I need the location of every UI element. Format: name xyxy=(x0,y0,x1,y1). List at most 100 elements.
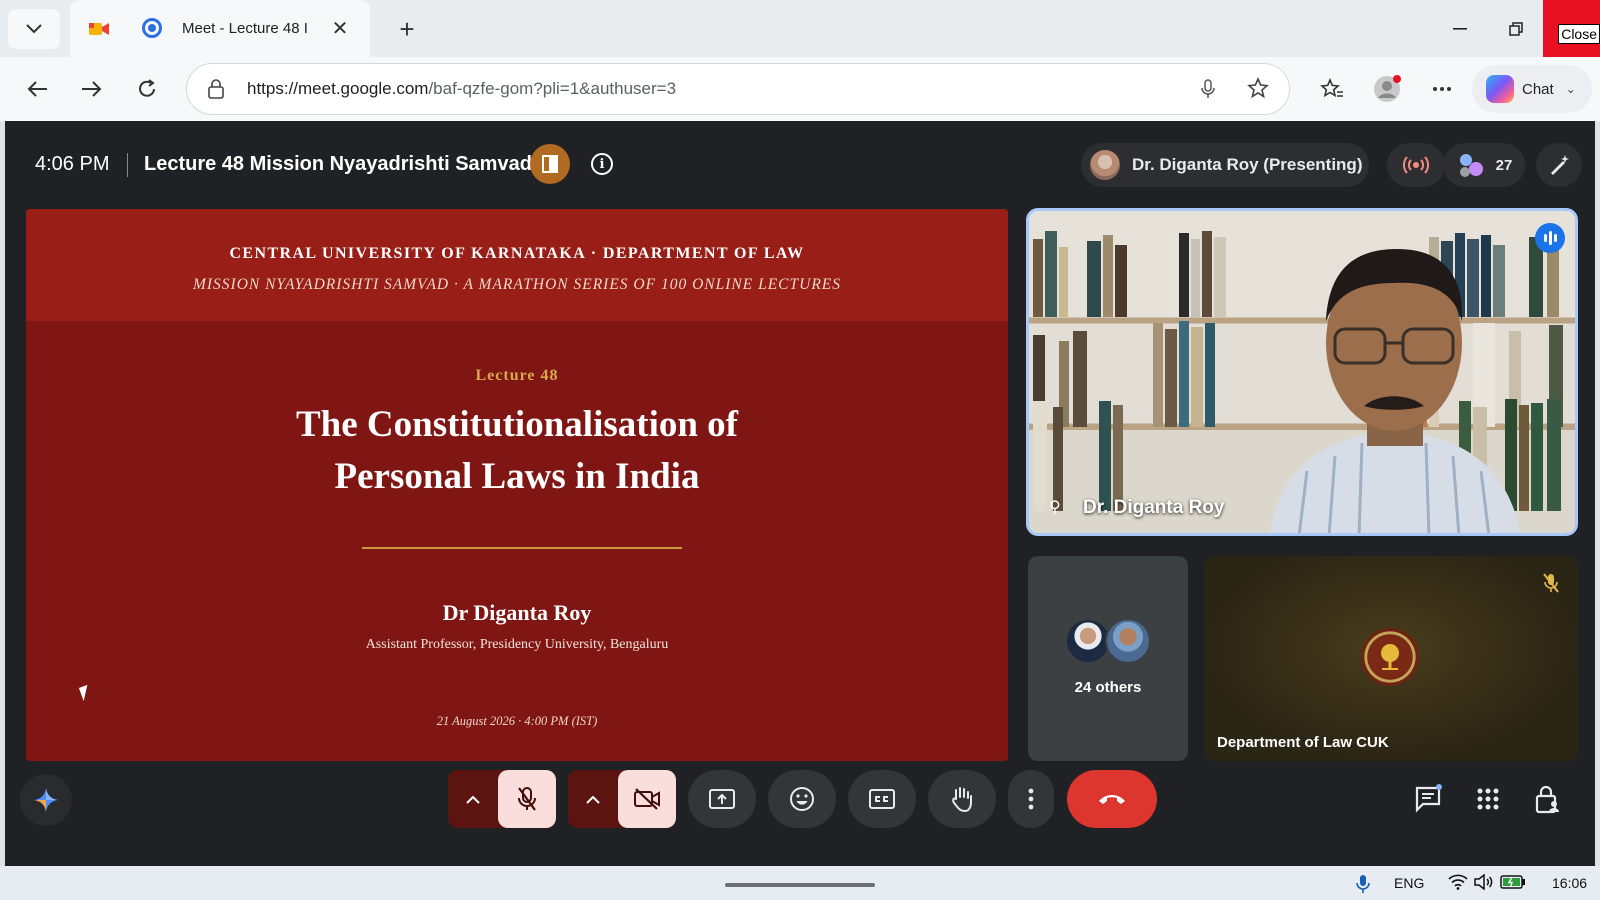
forward-button[interactable] xyxy=(72,69,112,109)
chat-bubble-icon xyxy=(1415,784,1442,813)
pen-sparkle-icon xyxy=(1551,155,1569,175)
participant-count: 27 xyxy=(1495,156,1513,174)
more-options-button[interactable] xyxy=(1008,770,1054,828)
volume-icon[interactable] xyxy=(1474,874,1494,890)
chat-panel-button[interactable] xyxy=(1406,776,1452,822)
chat-label: Chat xyxy=(1522,80,1554,98)
breakout-room-button[interactable] xyxy=(530,144,570,184)
raise-hand-button[interactable] xyxy=(928,770,996,828)
mouse-cursor-icon xyxy=(78,684,93,702)
mic-toggle-button[interactable] xyxy=(498,770,556,828)
wifi-icon[interactable] xyxy=(1448,874,1468,890)
more-horizontal-icon xyxy=(1433,87,1451,91)
taskbar-handle[interactable] xyxy=(725,883,875,887)
end-call-icon xyxy=(1099,795,1125,804)
system-clock[interactable]: 16:06 xyxy=(1552,875,1587,891)
input-language[interactable]: ENG xyxy=(1394,875,1424,891)
chevron-up-icon xyxy=(466,795,480,804)
pin-icon[interactable]: ⚲ xyxy=(1049,497,1061,517)
reload-button[interactable] xyxy=(127,69,167,109)
chevron-down-icon[interactable]: ⌄ xyxy=(1566,82,1576,96)
slide-lecture-number: Lecture 48 xyxy=(475,367,559,384)
closed-captions-icon xyxy=(869,789,895,809)
os-taskbar: ENG 16:06 xyxy=(0,866,1600,900)
others-count-label: 24 others xyxy=(1074,679,1142,696)
camera-off-icon xyxy=(634,788,660,810)
gemini-button[interactable] xyxy=(20,774,72,826)
profile-button[interactable] xyxy=(1367,69,1407,109)
favorite-star-icon[interactable] xyxy=(1247,77,1269,99)
door-icon xyxy=(542,155,558,173)
microphone-in-use-icon[interactable] xyxy=(1356,874,1370,894)
forward-arrow-icon xyxy=(82,81,102,97)
tab-strip: Meet - Lecture 48 I ✕ + Close xyxy=(0,0,1600,57)
back-arrow-icon xyxy=(27,81,47,97)
media-playing-icon xyxy=(142,18,162,38)
mic-control-group xyxy=(448,770,556,828)
speaking-indicator-icon xyxy=(1535,223,1565,253)
presenting-label: Dr. Diganta Roy (Presenting) xyxy=(1132,155,1363,174)
people-avatars-icon xyxy=(1459,154,1483,177)
gemini-sparkle-icon xyxy=(34,788,58,812)
people-button[interactable]: 27 xyxy=(1443,143,1525,187)
more-vertical-icon xyxy=(1028,788,1034,810)
broadcast-icon xyxy=(1403,156,1429,174)
tab-search-button[interactable] xyxy=(8,9,60,49)
tab-title: Meet - Lecture 48 I xyxy=(182,20,308,37)
minimize-button[interactable] xyxy=(1440,12,1480,46)
presentation-slide: CENTRAL UNIVERSITY OF KARNATAKA · DEPART… xyxy=(26,209,1008,761)
favorites-list-icon xyxy=(1320,78,1343,98)
captions-button[interactable] xyxy=(848,770,916,828)
url-path: /baf-qzfe-gom?pli=1&authuser=3 xyxy=(428,79,677,98)
speaker-name-label: Dr. Diganta Roy xyxy=(1083,497,1225,518)
meeting-info-icon[interactable]: i xyxy=(591,153,613,175)
site-info-lock-icon[interactable] xyxy=(207,79,225,99)
slide-affiliation: Assistant Professor, Presidency Universi… xyxy=(365,637,669,652)
camera-toggle-button[interactable] xyxy=(618,770,676,828)
host-controls-button[interactable] xyxy=(1525,776,1571,822)
slide-title: The Constitutionalisation of Personal La… xyxy=(295,404,738,497)
meeting-title: Lecture 48 Mission Nyayadrishti Samvad xyxy=(144,153,532,175)
address-bar[interactable]: https://meet.google.com/baf-qzfe-gom?pli… xyxy=(186,63,1290,115)
active-tab[interactable]: Meet - Lecture 48 I ✕ xyxy=(70,0,370,57)
tab-close-icon[interactable]: ✕ xyxy=(326,14,354,42)
activities-button[interactable] xyxy=(1465,776,1511,822)
department-tile[interactable]: Department of Law CUK xyxy=(1204,556,1578,761)
presenting-chip[interactable]: Dr. Diganta Roy (Presenting) xyxy=(1081,143,1369,187)
slide-date: 21 August 2026 · 4:00 PM (IST) xyxy=(436,714,598,728)
camera-control-group xyxy=(568,770,676,828)
slide-header-line1: CENTRAL UNIVERSITY OF KARNATAKA · DEPART… xyxy=(229,245,805,262)
back-button[interactable] xyxy=(17,69,57,109)
host-tools-button[interactable] xyxy=(1536,143,1582,187)
live-stream-button[interactable] xyxy=(1387,143,1445,187)
others-tile[interactable]: 24 others xyxy=(1028,556,1188,761)
audio-options-button[interactable] xyxy=(448,770,498,828)
restore-button[interactable] xyxy=(1496,12,1536,46)
participant-avatar xyxy=(1105,618,1151,664)
slide-speaker: Dr Diganta Roy xyxy=(442,600,592,625)
reactions-button[interactable] xyxy=(768,770,836,828)
battery-charging-icon[interactable] xyxy=(1500,875,1526,889)
meet-favicon-icon xyxy=(89,23,109,35)
window-close-button[interactable]: Close xyxy=(1543,0,1600,57)
speaker-video-tile[interactable]: ⚲ Dr. Diganta Roy xyxy=(1026,208,1578,536)
copilot-icon xyxy=(1486,75,1514,103)
chevron-down-icon xyxy=(26,24,42,34)
cuk-logo xyxy=(1361,628,1419,686)
restore-icon xyxy=(1509,22,1523,36)
chevron-up-icon xyxy=(586,795,600,804)
new-tab-button[interactable]: + xyxy=(390,12,424,46)
video-options-button[interactable] xyxy=(568,770,618,828)
present-screen-button[interactable] xyxy=(688,770,756,828)
leave-call-button[interactable] xyxy=(1067,770,1157,828)
browser-toolbar: https://meet.google.com/baf-qzfe-gom?pli… xyxy=(0,57,1600,121)
voice-search-mic-icon[interactable] xyxy=(1201,79,1215,99)
url-text[interactable]: https://meet.google.com/baf-qzfe-gom?pli… xyxy=(247,79,676,99)
url-host: https://meet.google.com xyxy=(247,79,429,98)
profile-avatar-icon xyxy=(1374,75,1401,102)
copilot-chat-button[interactable]: Chat ⌄ xyxy=(1472,65,1592,113)
settings-more-button[interactable] xyxy=(1422,69,1462,109)
tree-emblem-icon xyxy=(1381,644,1399,670)
favorites-button[interactable] xyxy=(1312,69,1352,109)
mic-muted-icon xyxy=(1543,573,1559,593)
